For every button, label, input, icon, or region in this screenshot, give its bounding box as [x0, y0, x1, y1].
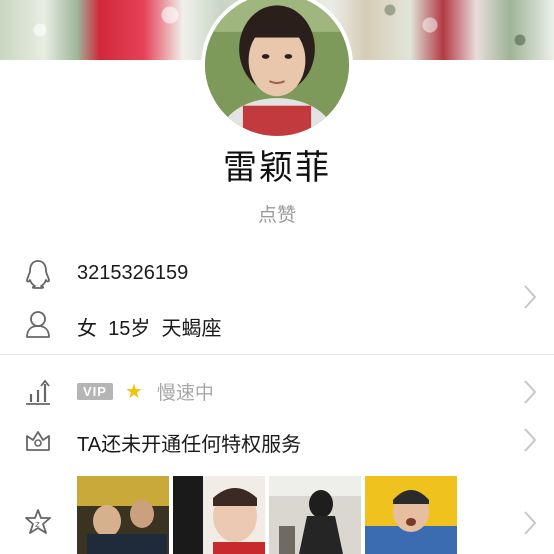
photo-thumbnail[interactable] [269, 476, 361, 554]
person-icon [22, 308, 54, 340]
profile-name: 雷颖菲 [223, 149, 331, 187]
vip-status: VIP ★ 慢速中 [77, 378, 214, 405]
crown-icon [22, 424, 54, 456]
personal-details-row[interactable]: 女 15岁 天蝎座 [0, 304, 554, 344]
qq-number-row[interactable]: 3215326159 [0, 254, 554, 294]
qq-number: 3215326159 [77, 262, 189, 284]
chevron-right-icon[interactable] [520, 282, 540, 312]
section-divider [0, 354, 554, 355]
photo-wall [77, 476, 457, 554]
photo-thumbnail[interactable] [77, 476, 169, 554]
chevron-right-icon [524, 511, 537, 535]
level-bars-icon [22, 376, 54, 408]
speed-status: 慢速中 [156, 383, 214, 404]
photo-thumbnail[interactable] [365, 476, 457, 554]
chevron-right-icon [524, 428, 537, 452]
star-icon: ★ [124, 381, 143, 403]
vip-level-row[interactable]: VIP ★ 慢速中 [0, 372, 554, 412]
svg-text:z: z [35, 520, 40, 530]
privilege-row[interactable]: TA还未开通任何特权服务 [0, 420, 554, 460]
photo-thumbnail[interactable] [173, 476, 265, 554]
avatar[interactable] [201, 0, 353, 140]
chevron-right-icon [524, 380, 537, 404]
vip-badge: VIP [77, 383, 113, 400]
qq-penguin-icon [22, 258, 54, 290]
avatar-photo [205, 0, 349, 136]
personal-details: 女 15岁 天蝎座 [77, 318, 222, 340]
photo-wall-icon: z [22, 506, 54, 538]
like-button[interactable]: 点赞 [0, 200, 554, 227]
privilege-text: TA还未开通任何特权服务 [77, 434, 302, 456]
